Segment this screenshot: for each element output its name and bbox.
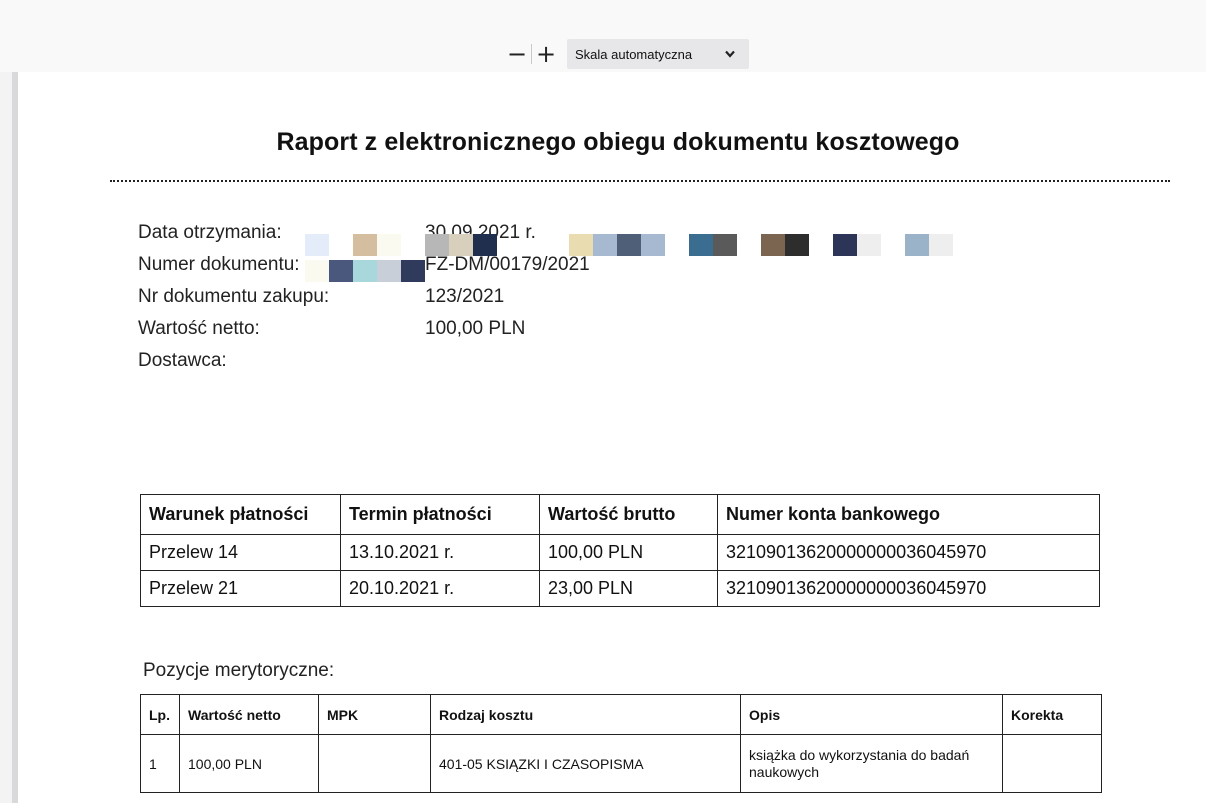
table-row: 1 100,00 PLN 401-05 KSIĄZKI I CZASOPISMA…	[140, 734, 1102, 793]
redaction-pixel	[785, 234, 809, 256]
document-page: Raport z elektronicznego obiegu dokument…	[18, 72, 1206, 803]
table-cell: 20.10.2021 r.	[340, 570, 540, 607]
positions-table: Lp. Wartość netto MPK Rodzaj kosztu Opis…	[140, 694, 1102, 793]
table-row: Przelew 14 13.10.2021 r. 100,00 PLN 3210…	[140, 534, 1100, 571]
chevron-down-icon	[725, 47, 735, 61]
table-cell: 32109013620000000036045970	[717, 570, 1100, 607]
redaction-pixel	[905, 234, 929, 256]
zoom-in-button[interactable]: +	[535, 41, 557, 67]
table-cell: 23,00 PLN	[539, 570, 718, 607]
redaction-pixel	[473, 234, 497, 256]
redaction-pixel	[569, 234, 593, 256]
table-cell: 100,00 PLN	[179, 734, 319, 793]
meta-value: 123/2021	[425, 286, 505, 307]
table-cell: książka do wykorzystania do badań naukow…	[740, 734, 1003, 793]
column-header: Korekta	[1002, 694, 1102, 735]
redaction-pixel	[689, 234, 713, 256]
meta-label: Nr dokumentu zakupu:	[138, 286, 330, 307]
zoom-separator	[531, 44, 532, 64]
table-row: Przelew 21 20.10.2021 r. 23,00 PLN 32109…	[140, 570, 1100, 607]
redaction-pixel	[929, 234, 953, 256]
payments-table: Warunek płatności Termin płatności Warto…	[140, 494, 1100, 607]
redaction-pixel	[401, 260, 425, 282]
column-header: Opis	[740, 694, 1003, 735]
redaction-pixel	[305, 234, 329, 256]
redaction-pixel	[641, 234, 665, 256]
column-header: MPK	[318, 694, 431, 735]
meta-label: Numer dokumentu:	[138, 254, 300, 275]
redaction-pixel	[305, 260, 329, 282]
table-cell: Przelew 14	[140, 534, 341, 571]
table-cell: 100,00 PLN	[539, 534, 718, 571]
column-header: Rodzaj kosztu	[430, 694, 741, 735]
redaction-pixel	[857, 234, 881, 256]
redaction-pixel	[833, 234, 857, 256]
table-cell	[1002, 734, 1102, 793]
scale-select-value: Skala automatyczna	[575, 46, 693, 62]
table-cell: 13.10.2021 r.	[340, 534, 540, 571]
table-header-row: Warunek płatności Termin płatności Warto…	[140, 494, 1100, 535]
zoom-controls: − + Skala automatyczna	[506, 38, 749, 70]
redaction-pixel	[329, 260, 353, 282]
redaction-pixel	[377, 260, 401, 282]
column-header: Wartość brutto	[539, 494, 718, 535]
meta-label: Dostawca:	[138, 350, 227, 371]
dotted-divider	[110, 180, 1170, 182]
column-header: Numer konta bankowego	[717, 494, 1100, 535]
scale-select[interactable]: Skala automatyczna	[567, 39, 749, 69]
redaction-pixel	[377, 234, 401, 256]
positions-section-title: Pozycje merytoryczne:	[143, 660, 335, 681]
redaction-pixel	[449, 234, 473, 256]
pdf-toolbar: − + Skala automatyczna	[0, 36, 1206, 72]
redaction-pixel	[425, 234, 449, 256]
table-header-row: Lp. Wartość netto MPK Rodzaj kosztu Opis…	[140, 694, 1102, 735]
column-header: Warunek płatności	[140, 494, 341, 535]
column-header: Termin płatności	[340, 494, 540, 535]
table-cell: 1	[140, 734, 180, 793]
supplier-redacted-pixels	[305, 234, 975, 284]
meta-label: Wartość netto:	[138, 318, 260, 339]
redaction-pixel	[353, 260, 377, 282]
left-gutter	[0, 72, 12, 803]
redaction-pixel	[593, 234, 617, 256]
zoom-out-button[interactable]: −	[506, 41, 528, 67]
document-title: Raport z elektronicznego obiegu dokument…	[276, 128, 960, 156]
column-header: Lp.	[140, 694, 180, 735]
table-cell: 401-05 KSIĄZKI I CZASOPISMA	[430, 734, 741, 793]
column-header: Wartość netto	[179, 694, 319, 735]
meta-label: Data otrzymania:	[138, 222, 282, 243]
redaction-pixel	[353, 234, 377, 256]
redaction-pixel	[713, 234, 737, 256]
table-cell: 32109013620000000036045970	[717, 534, 1100, 571]
meta-value: 100,00 PLN	[425, 318, 526, 339]
table-cell	[318, 734, 431, 793]
table-cell: Przelew 21	[140, 570, 341, 607]
redaction-pixel	[617, 234, 641, 256]
redaction-pixel	[761, 234, 785, 256]
